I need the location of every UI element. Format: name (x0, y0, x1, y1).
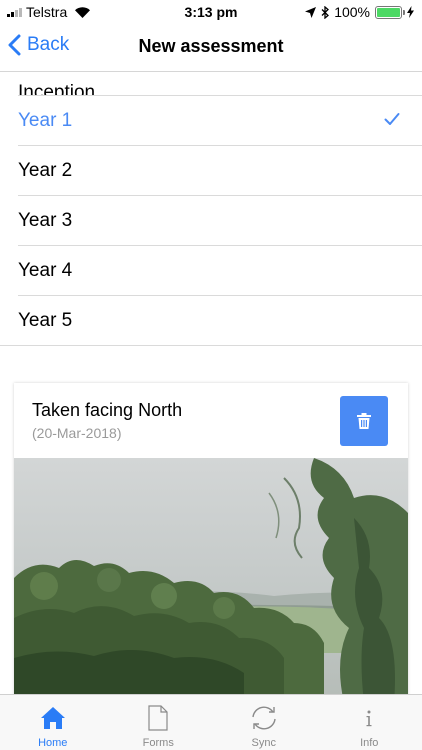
delete-photo-button[interactable] (340, 396, 388, 446)
list-item-inception[interactable]: Inception (18, 72, 422, 96)
tab-label: Info (360, 737, 379, 749)
page-title: New assessment (138, 36, 284, 56)
tab-forms[interactable]: Forms (106, 695, 212, 750)
list-item-label: Year 1 (18, 109, 73, 131)
status-bar: Telstra 3:13 pm 100% (0, 0, 422, 24)
battery-percent: 100% (334, 4, 370, 20)
tab-label: Sync (251, 737, 276, 749)
checkmark-icon (384, 113, 400, 125)
info-icon (364, 704, 374, 732)
tab-home[interactable]: Home (0, 695, 106, 750)
landscape-photo[interactable] (14, 458, 408, 703)
list-item-year-2[interactable]: Year 2 (18, 146, 422, 196)
list-item-year-3[interactable]: Year 3 (18, 196, 422, 246)
tab-bar: Home Forms Sync Info (0, 694, 422, 750)
sync-icon (249, 704, 279, 732)
list-item-label: Year 2 (18, 159, 73, 181)
list-item-year-5[interactable]: Year 5 (0, 296, 422, 346)
photo-date: (20-Mar-2018) (32, 425, 122, 441)
battery-fill (377, 7, 400, 17)
document-icon (148, 704, 168, 732)
home-icon (40, 704, 66, 732)
bluetooth-icon (321, 5, 330, 19)
navigation-bar: Back New assessment (0, 24, 422, 72)
tab-label: Forms (142, 737, 174, 749)
assessment-period-list: Inception Year 1 Year 2 Year 3 Year 4 Ye… (0, 72, 422, 346)
list-item-year-1[interactable]: Year 1 (18, 96, 422, 146)
charging-bolt-icon (407, 6, 414, 18)
trash-icon (357, 413, 371, 429)
photo-title: Taken facing North (32, 400, 183, 420)
status-right: 100% (305, 4, 414, 20)
location-arrow-icon (305, 6, 317, 18)
list-item-label: Year 3 (18, 209, 73, 231)
tab-sync[interactable]: Sync (211, 695, 317, 750)
battery-icon (375, 5, 405, 19)
tab-label: Home (38, 737, 68, 749)
list-item-label: Year 5 (18, 309, 73, 331)
list-item-label: Year 4 (18, 259, 73, 281)
list-item-label: Inception (18, 82, 96, 96)
tab-info[interactable]: Info (317, 695, 422, 750)
list-item-year-4[interactable]: Year 4 (18, 246, 422, 296)
photo-card: Taken facing North (20-Mar-2018) (14, 383, 408, 703)
